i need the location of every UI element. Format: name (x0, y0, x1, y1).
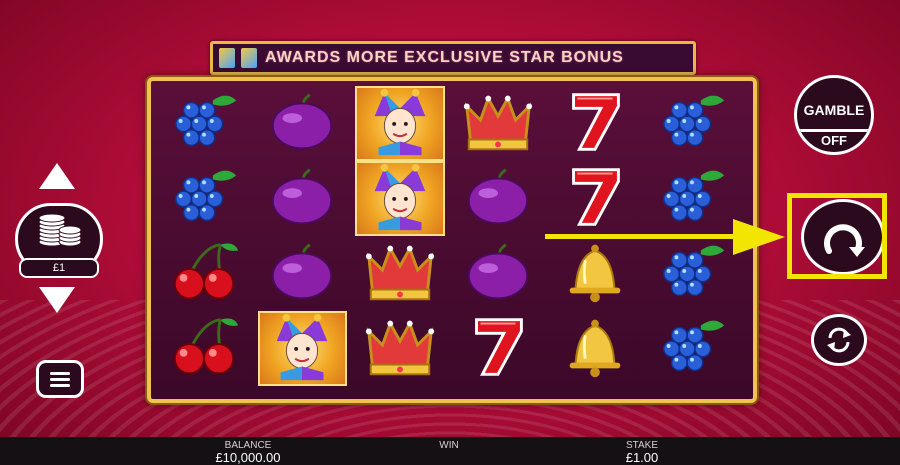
reel-cell (547, 311, 645, 386)
gamble-label: GAMBLE (803, 102, 865, 118)
cherries-symbol-icon (166, 311, 244, 386)
bottom-bar: BALANCE £10,000.00 WIN STAKE £1.00 (0, 437, 900, 465)
crown-symbol-icon (361, 311, 439, 386)
plum-symbol-icon (263, 236, 341, 311)
reel-cell (351, 161, 449, 236)
seven-symbol-icon (556, 86, 634, 161)
coin-stack-icon (38, 213, 82, 247)
plum-symbol-icon (263, 86, 341, 161)
reel-cell (449, 236, 547, 311)
top-banner: AWARDS MORE EXCLUSIVE STAR BONUS (210, 41, 696, 75)
reel-cell (254, 161, 352, 236)
banner-text: AWARDS MORE EXCLUSIVE STAR BONUS (265, 49, 624, 66)
bell-symbol-icon (556, 311, 634, 386)
joker-symbol-icon (263, 311, 341, 386)
grapes-symbol-icon (166, 86, 244, 161)
reel-cell (449, 161, 547, 236)
reel-cell (547, 86, 645, 161)
menu-icon (50, 371, 70, 375)
stake-increase-button[interactable] (39, 163, 75, 189)
grapes-symbol-icon (166, 161, 244, 236)
gamble-toggle[interactable]: GAMBLE OFF (794, 75, 874, 155)
seven-symbol-icon (556, 161, 634, 236)
reel-cell (644, 236, 742, 311)
reel-cell (351, 236, 449, 311)
reel-cell (254, 86, 352, 161)
balance-value: £10,000.00 (215, 450, 281, 465)
stake-total-value: £1.00 (625, 450, 659, 465)
plum-symbol-icon (459, 161, 537, 236)
gamble-state: OFF (797, 129, 871, 152)
grapes-symbol-icon (654, 236, 732, 311)
reel-cell (644, 311, 742, 386)
win-stat: WIN (424, 440, 474, 451)
reel-cell (644, 161, 742, 236)
reel-cell (156, 311, 254, 386)
plum-symbol-icon (263, 161, 341, 236)
grapes-symbol-icon (654, 161, 732, 236)
reel-cell (449, 311, 547, 386)
reel-cell (156, 161, 254, 236)
autoplay-icon (827, 327, 851, 353)
plum-symbol-icon (459, 236, 537, 311)
pointer-arrow-head (733, 219, 785, 255)
win-label: WIN (439, 440, 459, 451)
stake-stat: STAKE £1.00 (612, 440, 672, 465)
seven-symbol-icon (459, 311, 537, 386)
banner-joker-icon (241, 48, 257, 68)
stake-value-label: £1 (19, 258, 99, 278)
reel-cell (547, 161, 645, 236)
balance-stat: BALANCE £10,000.00 (200, 440, 296, 465)
reel-cell (156, 86, 254, 161)
cherries-symbol-icon (166, 236, 244, 311)
crown-symbol-icon (459, 86, 537, 161)
grapes-symbol-icon (654, 86, 732, 161)
reel-cell (449, 86, 547, 161)
reel-cell (156, 236, 254, 311)
pointer-arrow-line (545, 234, 735, 239)
bell-symbol-icon (556, 236, 634, 311)
autoplay-button[interactable] (811, 314, 867, 366)
reel-cell (351, 311, 449, 386)
grapes-symbol-icon (654, 311, 732, 386)
reel-cell (351, 86, 449, 161)
reel-cell (644, 86, 742, 161)
spin-highlight-box (787, 193, 887, 279)
reel-cell (254, 311, 352, 386)
reel-cell (254, 236, 352, 311)
joker-symbol-icon (361, 161, 439, 236)
joker-symbol-icon (361, 86, 439, 161)
banner-joker-icon (219, 48, 235, 68)
reel-cell (547, 236, 645, 311)
crown-symbol-icon (361, 236, 439, 311)
menu-button[interactable] (36, 360, 84, 398)
stake-decrease-button[interactable] (39, 287, 75, 313)
